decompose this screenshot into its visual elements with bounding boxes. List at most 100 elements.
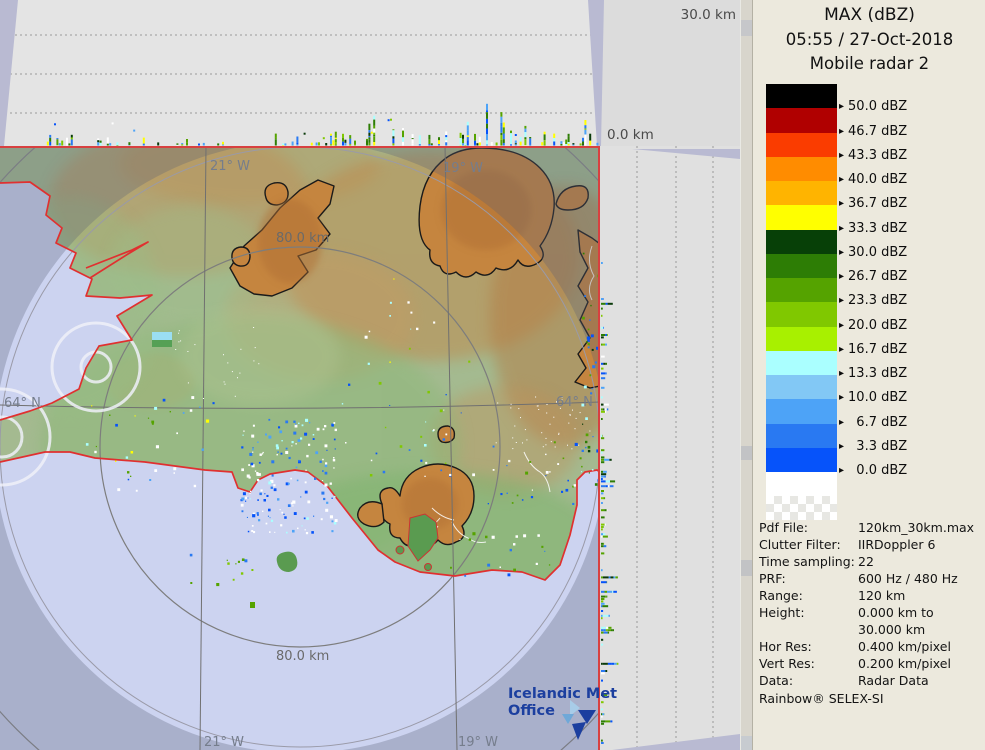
legend-swatch: [766, 181, 837, 205]
legend-value-label: ▸16.7 dBZ: [839, 342, 979, 358]
legend-tick-arrow-icon: ▸: [839, 247, 844, 258]
legend-swatch: [766, 278, 837, 302]
metadata-label: PRF:: [759, 571, 786, 586]
legend-swatch: [766, 448, 837, 472]
metadata-value: 0.400 km/pixel: [858, 639, 951, 654]
legend-swatch-below-threshold: [766, 472, 837, 496]
metadata-label: Data:: [759, 673, 793, 688]
legend-value-label: ▸50.0 dBZ: [839, 99, 979, 115]
legend-tick-arrow-icon: ▸: [839, 150, 844, 161]
legend-value-label: ▸46.7 dBZ: [839, 124, 979, 140]
metadata-value: 30.000 km: [858, 622, 925, 637]
metadata-value: Radar Data: [858, 673, 929, 688]
radar-source-name: Mobile radar 2: [753, 54, 985, 73]
islet-speck: [250, 602, 255, 608]
metadata-label: Height:: [759, 605, 805, 620]
legend-tick-arrow-icon: ▸: [839, 368, 844, 379]
legend-value-label: ▸26.7 dBZ: [839, 269, 979, 285]
legend-swatch: [766, 205, 837, 229]
radar-map-canvas[interactable]: 21° W 19° W 21° W 19° W 64° N 64° N 80.0…: [0, 146, 600, 750]
metadata-label: Time sampling:: [759, 554, 855, 569]
legend-value-label: ▸13.3 dBZ: [839, 366, 979, 382]
metadata-row: Height: 0.000 km to: [759, 605, 983, 622]
legend-swatch: [766, 108, 837, 132]
map-border-top: [0, 146, 600, 148]
legend-swatch: [766, 424, 837, 448]
legend-value-label: ▸43.3 dBZ: [839, 148, 979, 164]
metadata-row: Clutter Filter: IIRDoppler 6: [759, 537, 983, 554]
label-ring-80km-bottom: 80.0 km: [276, 649, 329, 664]
legend-swatch-transparent: [766, 496, 837, 520]
legend-value-label: ▸ 3.3 dBZ: [839, 439, 979, 455]
legend-tick-arrow-icon: ▸: [839, 417, 844, 428]
cross-section-top-panel: 30.0 km 0.0 km: [0, 0, 740, 146]
label-ring-80km-top: 80.0 km: [276, 231, 329, 246]
map-marker-flag: [152, 332, 172, 347]
height-axis-min-label: 0.0 km: [607, 127, 654, 143]
logo-pinwheel-icon: [556, 698, 608, 744]
metadata-label: Clutter Filter:: [759, 537, 841, 552]
label-lon-21w-bottom: 21° W: [204, 735, 244, 750]
metadata-label: Hor Res:: [759, 639, 812, 654]
radar-application-window: { "header": { "title": "MAX (dBZ)", "dat…: [0, 0, 985, 750]
legend-tick-arrow-icon: ▸: [839, 271, 844, 282]
legend-tick-arrow-icon: ▸: [839, 344, 844, 355]
height-axis-max-label: 30.0 km: [681, 7, 736, 23]
metadata-value: IIRDoppler 6: [858, 537, 935, 552]
legend-swatch: [766, 399, 837, 423]
cross-section-side-panel: [600, 146, 740, 750]
legend-tick-arrow-icon: ▸: [839, 465, 844, 476]
legend-value-label: ▸40.0 dBZ: [839, 172, 979, 188]
legend-value-label: ▸36.7 dBZ: [839, 196, 979, 212]
metadata-value: 0.200 km/pixel: [858, 656, 951, 671]
metadata-row: Pdf File:120km_30km.max: [759, 520, 983, 537]
legend-tick-arrow-icon: ▸: [839, 198, 844, 209]
metadata-value: 120 km: [858, 588, 905, 603]
legend-tick-arrow-icon: ▸: [839, 174, 844, 185]
legend-swatch: [766, 133, 837, 157]
legend-value-label: ▸30.0 dBZ: [839, 245, 979, 261]
legend-color-scale: [766, 84, 837, 520]
metadata-row: Data: Radar Data: [759, 673, 983, 690]
legend-swatch: [766, 84, 837, 108]
glacier-ok: [232, 247, 250, 266]
metadata-row: Range: 120 km: [759, 588, 983, 605]
product-info-sidebar: MAX (dBZ) 05:55 / 27-Oct-2018 Mobile rad…: [752, 0, 985, 750]
metadata-row: 30.000 km: [759, 622, 983, 639]
metadata-value: 600 Hz / 480 Hz: [858, 571, 958, 586]
metadata-label: Vert Res:: [759, 656, 815, 671]
metadata-label: Range:: [759, 588, 803, 603]
legend-tick-arrow-icon: ▸: [839, 392, 844, 403]
legend-value-label: ▸10.0 dBZ: [839, 390, 979, 406]
metadata-value: 120km_30km.max: [858, 520, 974, 535]
metadata-value: 22: [858, 554, 874, 569]
side-panel-bg: [600, 146, 740, 750]
legend-swatch: [766, 230, 837, 254]
product-title: MAX (dBZ): [753, 5, 985, 25]
legend-tick-arrow-icon: ▸: [839, 126, 844, 137]
legend-swatch: [766, 302, 837, 326]
legend-swatch: [766, 375, 837, 399]
label-lat-64n-right: 64° N: [556, 395, 593, 410]
metadata-row: Time sampling:22: [759, 554, 983, 571]
metadata-row: Hor Res: 0.400 km/pixel: [759, 639, 983, 656]
label-lon-19w-top: 19° W: [443, 161, 483, 176]
label-lon-19w-bottom: 19° W: [458, 735, 498, 750]
legend-value-label: ▸23.3 dBZ: [839, 293, 979, 309]
label-lat-64n-left: 64° N: [4, 396, 41, 411]
software-name: Rainbow® SELEX-SI: [759, 691, 884, 706]
metadata-value: 0.000 km to: [858, 605, 934, 620]
legend-value-label: ▸33.3 dBZ: [839, 221, 979, 237]
legend-swatch: [766, 351, 837, 375]
icelandic-met-office-logo: Icelandic Met Office: [508, 686, 618, 746]
legend-tick-arrow-icon: ▸: [839, 320, 844, 331]
label-lon-21w-top: 21° W: [210, 159, 250, 174]
legend-value-label: ▸20.0 dBZ: [839, 318, 979, 334]
legend-value-label: ▸ 0.0 dBZ: [839, 463, 979, 479]
legend-tick-arrow-icon: ▸: [839, 223, 844, 234]
legend-tick-arrow-icon: ▸: [839, 441, 844, 452]
legend-tick-arrow-icon: ▸: [839, 101, 844, 112]
legend-value-label: ▸ 6.7 dBZ: [839, 415, 979, 431]
legend-swatch: [766, 327, 837, 351]
legend-swatch: [766, 254, 837, 278]
